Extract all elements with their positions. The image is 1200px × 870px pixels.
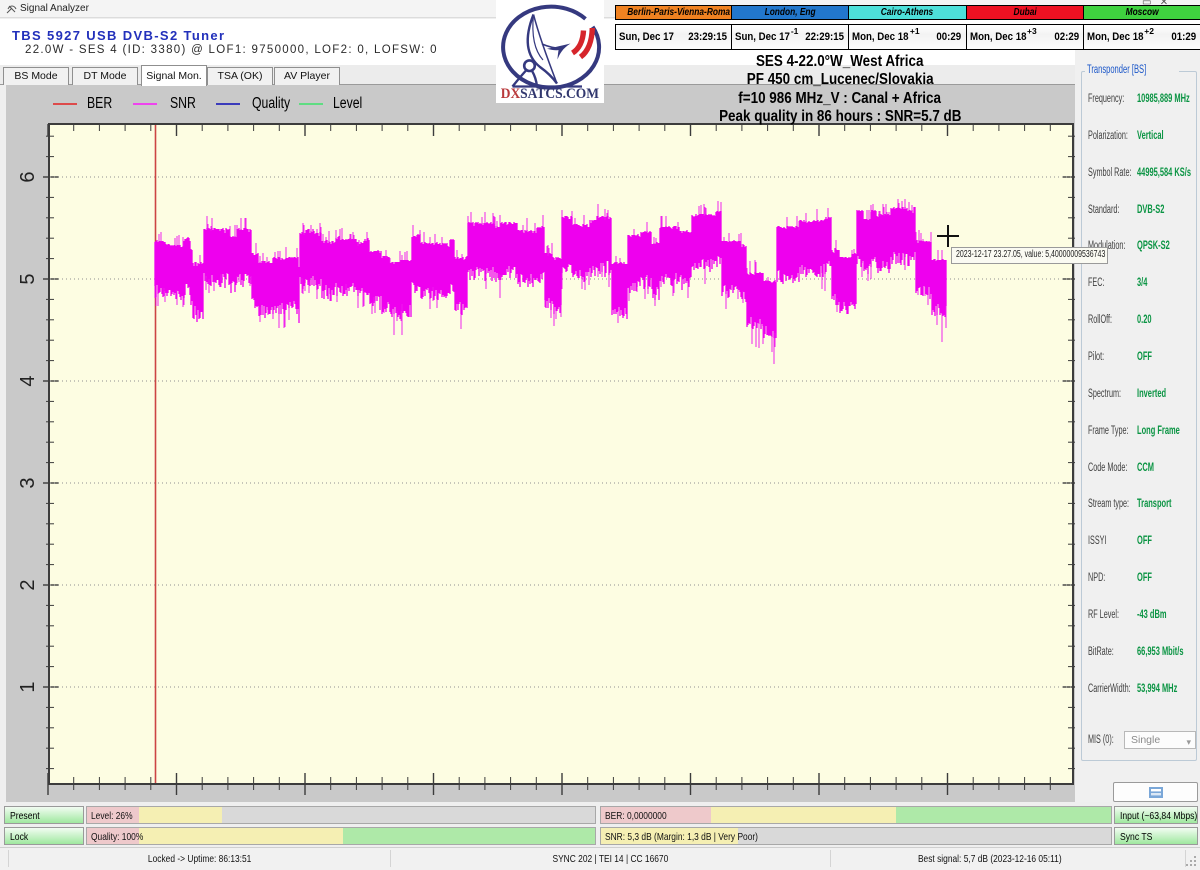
svg-text:2: 2 (17, 579, 39, 590)
svg-text:4: 4 (17, 375, 39, 386)
svg-text:5: 5 (17, 273, 39, 284)
svg-text:6: 6 (17, 171, 39, 182)
svg-text:3: 3 (17, 477, 39, 488)
svg-text:1: 1 (17, 681, 39, 692)
